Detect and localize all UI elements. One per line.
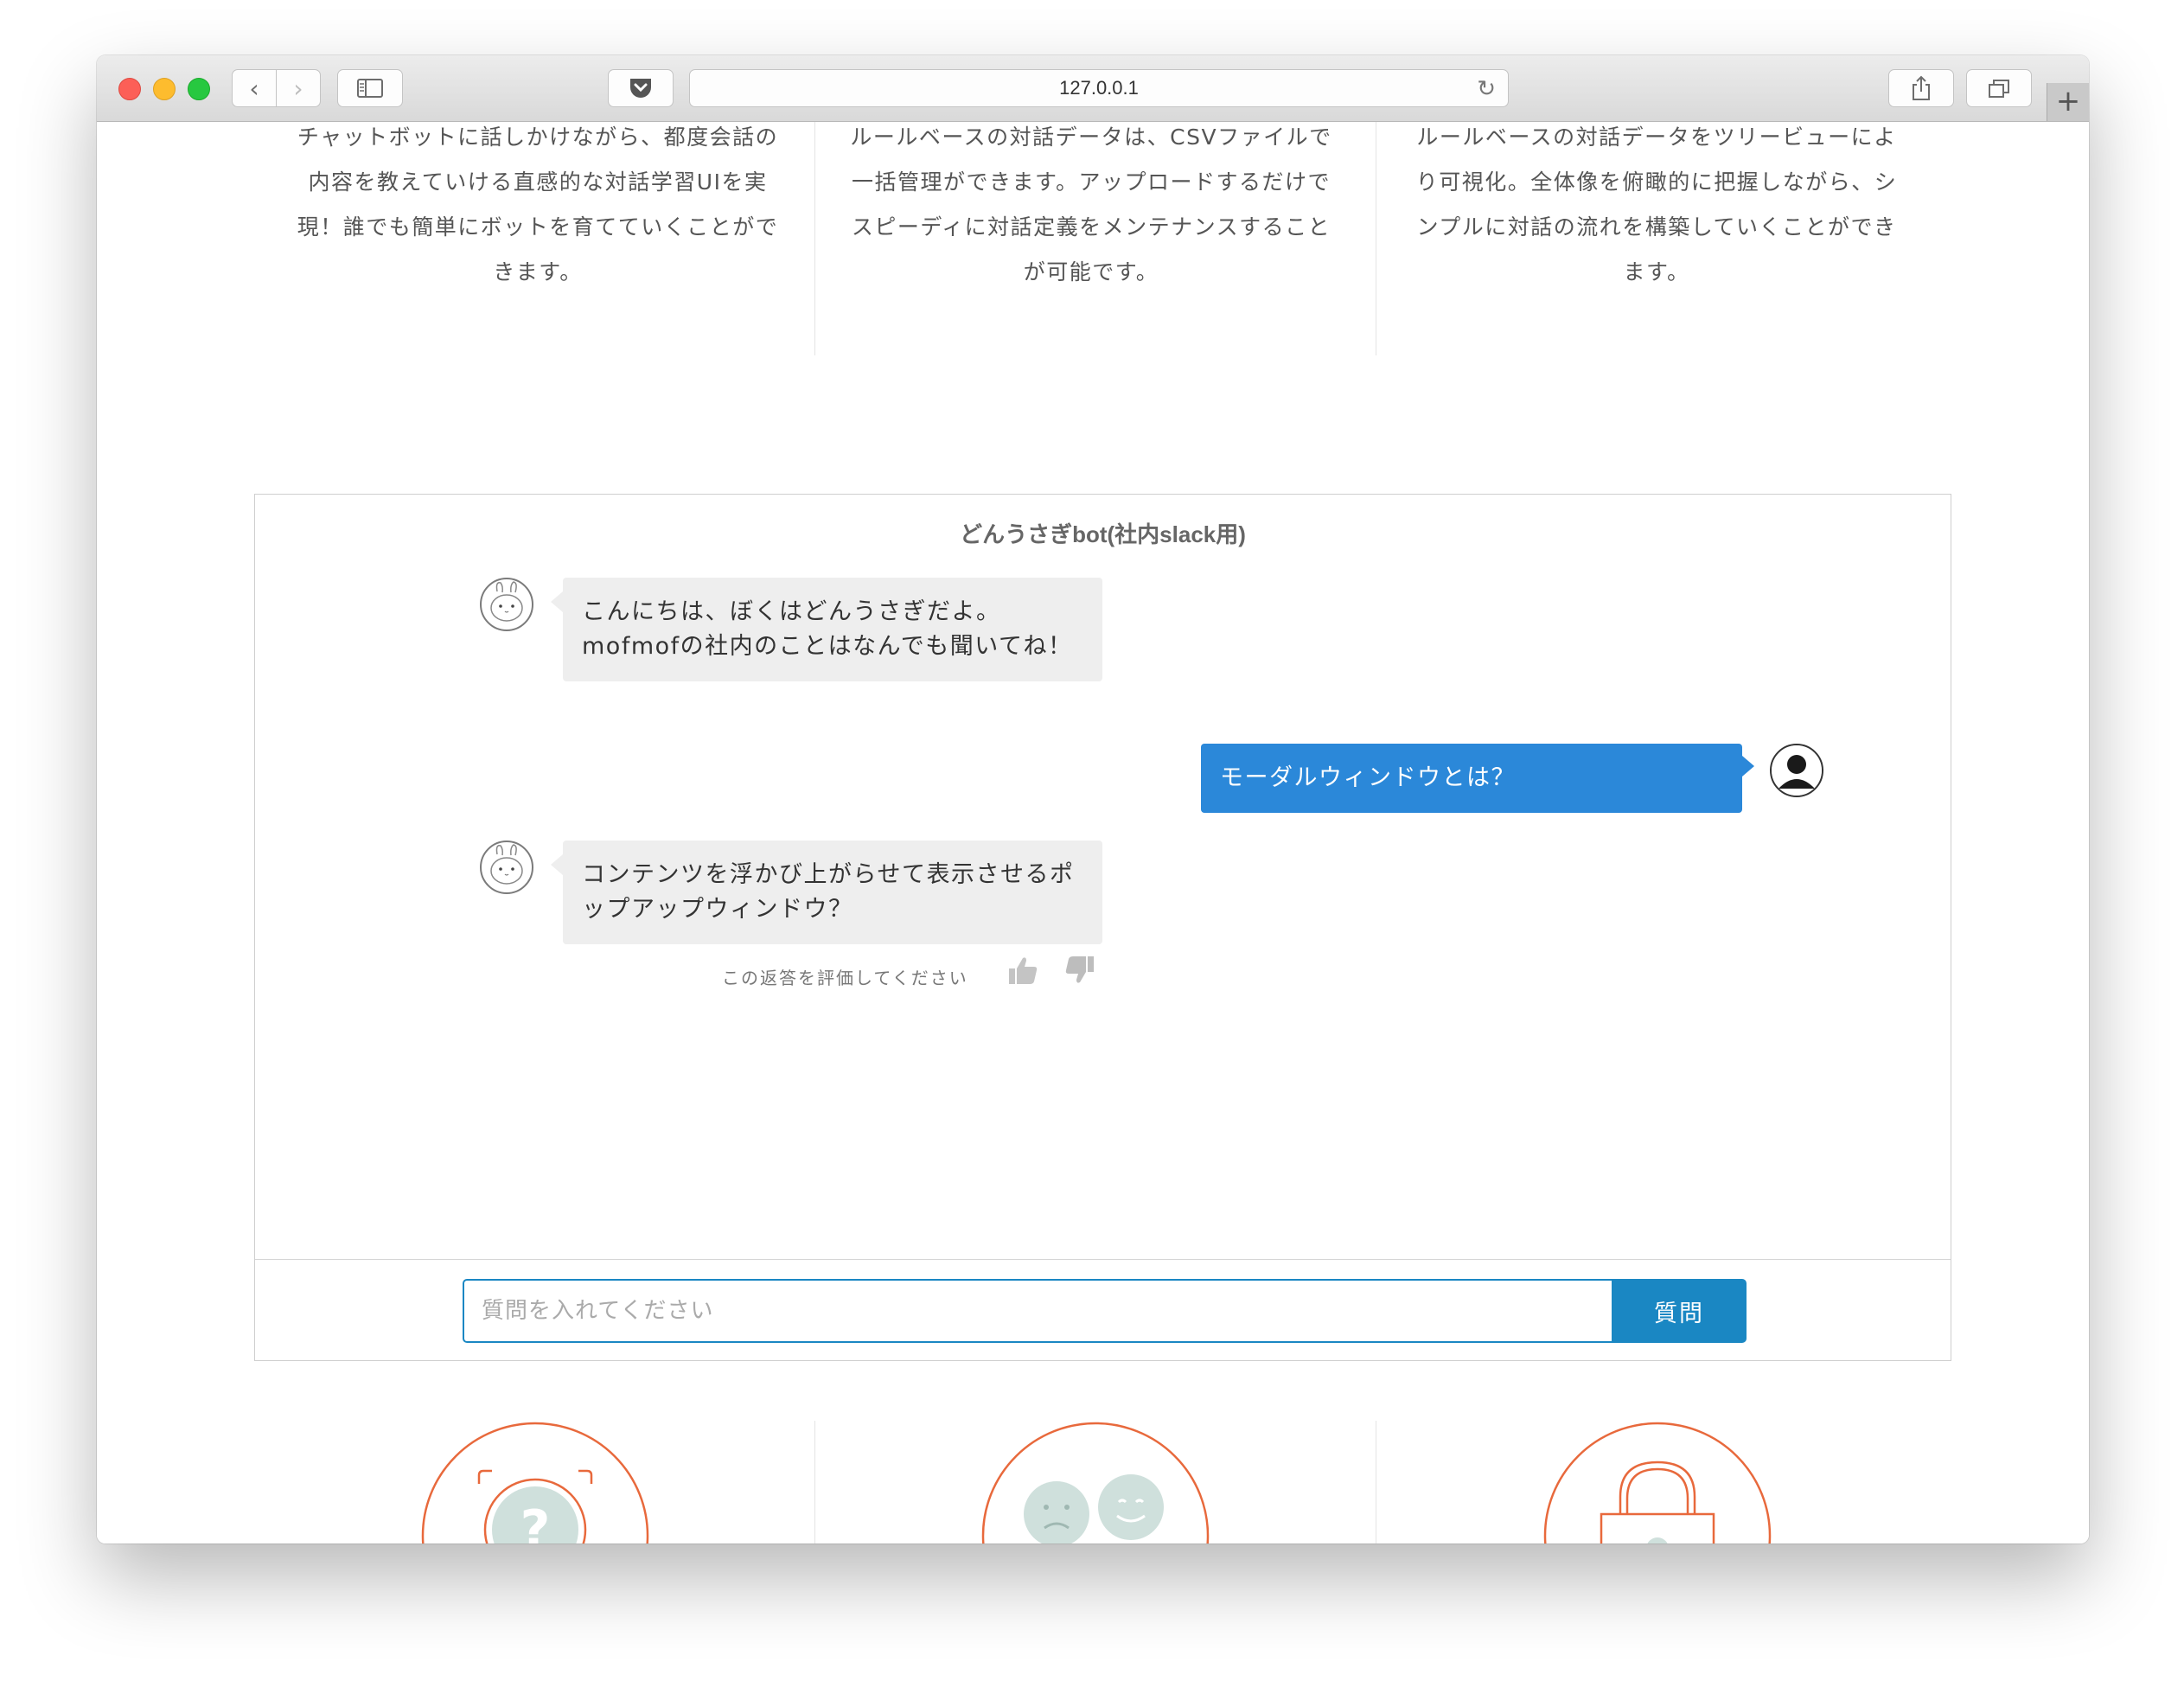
share-button[interactable] [1888, 69, 1954, 107]
reload-icon[interactable]: ↻ [1477, 70, 1496, 106]
tabs-icon [1989, 80, 2009, 98]
column-divider [814, 122, 815, 355]
feature-description-learning: チャットボットに話しかけながら、都度会話の内容を教えていける直感的な対話学習UI… [297, 125, 779, 284]
ask-button[interactable]: 質問 [1612, 1279, 1747, 1343]
sidebar-icon [357, 79, 383, 98]
address-bar[interactable]: 127.0.0.1 ↻ [689, 69, 1509, 107]
rating-prompt: この返答を評価してください [722, 968, 968, 988]
user-avatar [1770, 744, 1823, 797]
back-button[interactable]: ‹ [232, 69, 277, 107]
url-text: 127.0.0.1 [1059, 77, 1139, 99]
bot-avatar [480, 840, 533, 894]
user-message: モーダルウィンドウとは？ [1201, 744, 1754, 813]
input-divider [255, 1259, 1951, 1260]
chevron-right-icon: › [293, 74, 303, 103]
bot-avatar [480, 578, 533, 631]
browser-toolbar: ‹ › 127.0.0.1 ↻ + [97, 55, 2089, 122]
pocket-button[interactable] [608, 69, 674, 107]
plus-icon: + [2055, 84, 2081, 118]
new-tab-button[interactable]: + [2047, 83, 2089, 121]
sidebar-toggle-button[interactable] [337, 69, 403, 107]
pocket-icon [630, 79, 651, 98]
bot-message: コンテンツを浮かび上がらせて表示させるポップアップウィンドウ？ [551, 840, 1102, 944]
zoom-window-button[interactable] [188, 78, 210, 100]
minimize-window-button[interactable] [153, 78, 176, 100]
chat-title: どんうさぎbot(社内slack用) [960, 521, 1246, 547]
thumbs-down-icon[interactable] [1063, 953, 1097, 988]
feature-description-csv: ルールベースの対話データは、CSVファイルで一括管理ができます。アップロードする… [850, 125, 1332, 284]
close-window-button[interactable] [118, 78, 141, 100]
faces-feedback-icon [981, 1422, 1210, 1544]
column-divider [814, 1421, 815, 1544]
browser-window: ‹ › 127.0.0.1 ↻ + チャットボットに話しかけながら、都度会話の内… [97, 55, 2089, 1544]
question-input[interactable] [463, 1279, 1612, 1343]
rabbit-icon [490, 581, 523, 622]
page-content: チャットボットに話しかけながら、都度会話の内容を教えていける直感的な対話学習UI… [97, 122, 2089, 1544]
chevron-left-icon: ‹ [249, 74, 259, 103]
padlock-icon [1543, 1422, 1772, 1544]
show-tabs-button[interactable] [1966, 69, 2032, 107]
bot-message: こんにちは、ぼくはどんうさぎだよ。mofmofの社内のことはなんでも聞いてね！ [551, 578, 1102, 681]
question-magnifier-icon: ? [421, 1422, 649, 1544]
person-icon [1772, 745, 1822, 796]
svg-text:?: ? [520, 1499, 551, 1544]
rabbit-icon [490, 844, 523, 885]
forward-button[interactable]: › [276, 69, 321, 107]
share-icon [1913, 75, 1930, 100]
feature-description-treeview: ルールベースの対話データをツリービューにより可視化。全体像を俯瞰的に把握しながら… [1415, 125, 1898, 284]
thumbs-up-icon[interactable] [1006, 953, 1040, 988]
chat-widget: どんうさぎbot(社内slack用) こんにちは、ぼくはどんうさぎだよ。mofm… [254, 494, 1951, 1361]
